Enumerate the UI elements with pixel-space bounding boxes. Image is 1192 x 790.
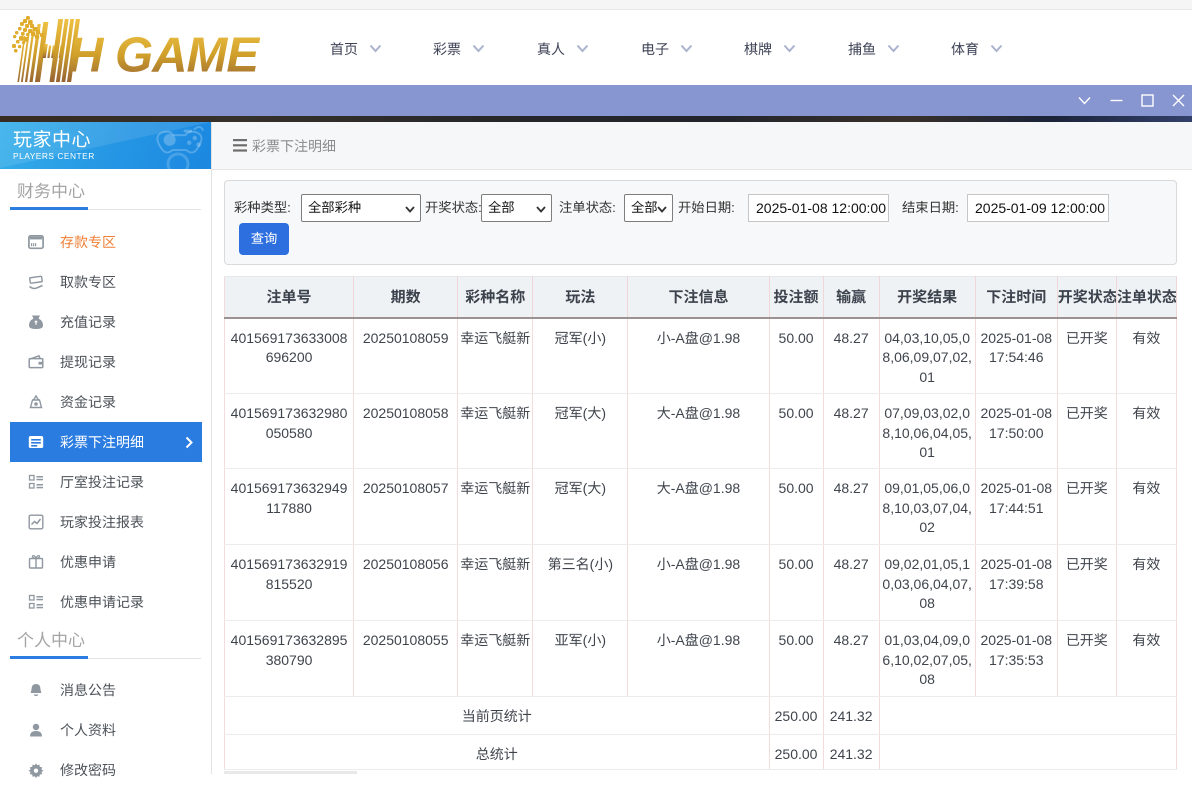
svg-text:H GAME: H GAME bbox=[68, 29, 260, 83]
